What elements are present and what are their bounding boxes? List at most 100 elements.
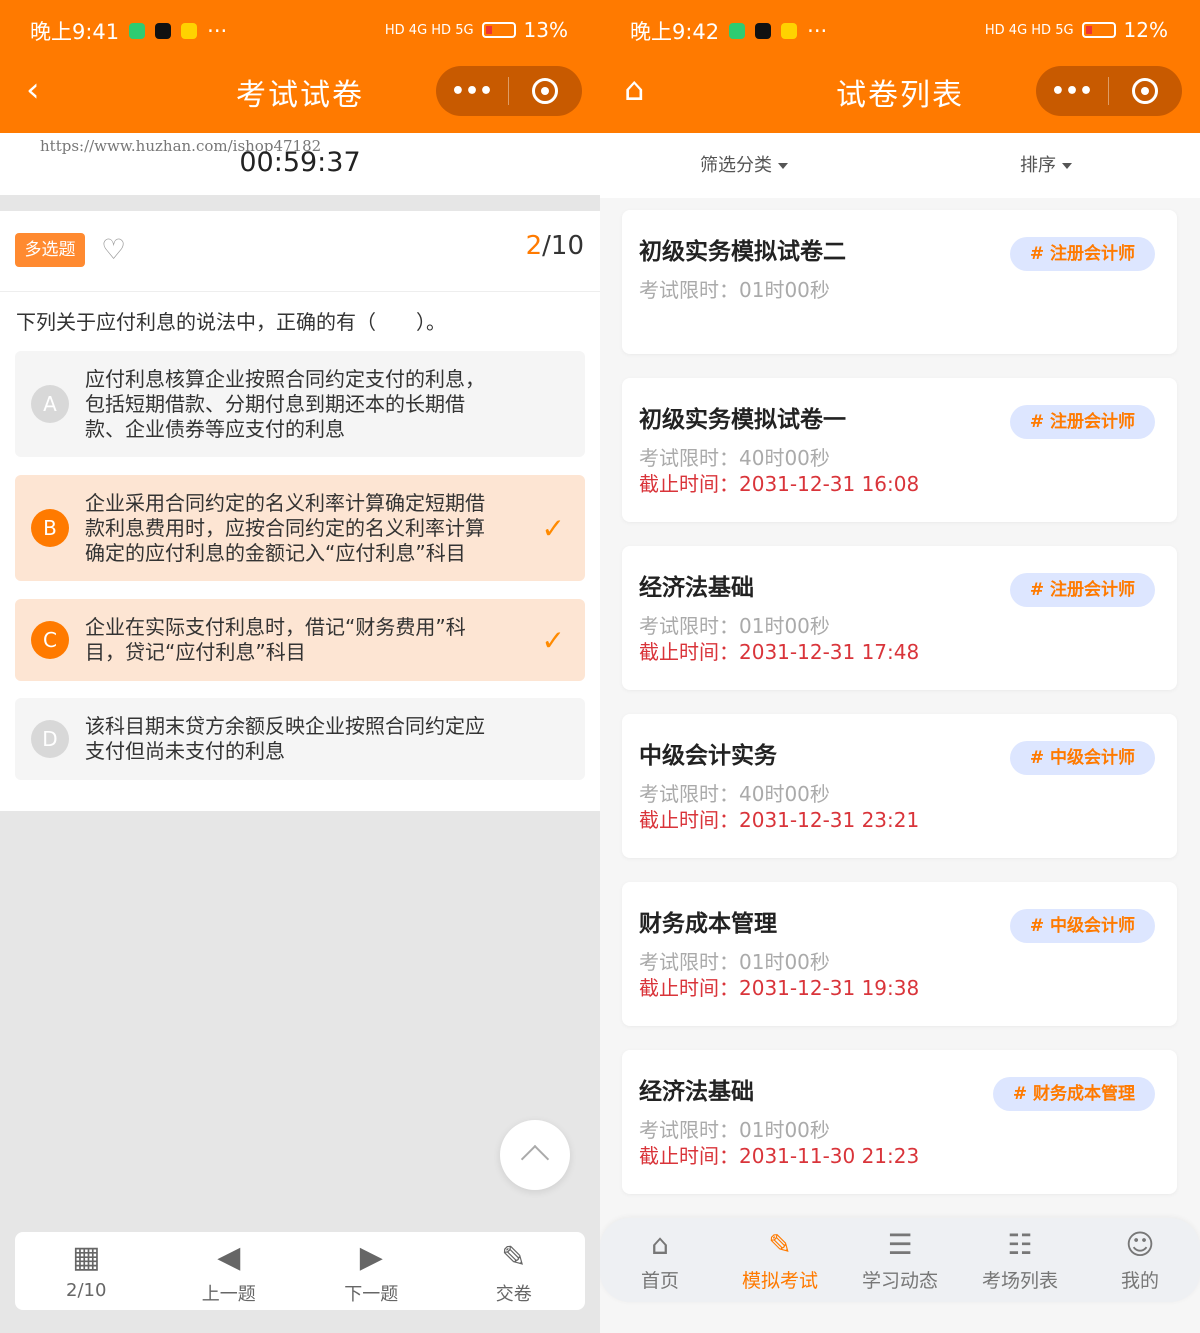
divider <box>0 291 600 292</box>
tab-mock-exam[interactable]: ✎ 模拟考试 <box>720 1218 840 1302</box>
exam-tag[interactable]: # 注册会计师 <box>1009 573 1155 607</box>
exam-tag[interactable]: # 财务成本管理 <box>992 1077 1155 1111</box>
exam-deadline: 截止时间：2031-12-31 19:38 <box>639 976 920 1000</box>
progress-total: /10 <box>542 231 584 261</box>
exam-tag[interactable]: # 注册会计师 <box>1009 405 1155 439</box>
signal-text: HD 4G HD 5G <box>984 22 1074 38</box>
exam-deadline: 截止时间：2031-12-31 17:48 <box>639 640 920 664</box>
exam-time-limit: 考试限时：40时00秒 <box>639 446 830 470</box>
app-icon <box>729 23 746 39</box>
option-d[interactable]: D 该科目期末贷方余额反映企业按照合同约定应 支付但尚未支付的利息 <box>15 698 585 780</box>
exam-title: 中级会计实务 <box>639 743 777 769</box>
more-dots-icon[interactable]: ••• <box>436 79 508 104</box>
tab-exam-rooms[interactable]: ☷ 考场列表 <box>960 1218 1080 1302</box>
caret-down-icon <box>778 163 788 169</box>
more-dots-icon[interactable]: ••• <box>1036 79 1108 104</box>
status-bar-left: 晚上9:41 ··· <box>30 16 227 46</box>
scroll-to-top-button[interactable] <box>500 1120 570 1190</box>
option-b[interactable]: B 企业采用合同约定的名义利率计算确定短期借 款利息费用时，应按合同约定的名义利… <box>15 475 585 581</box>
mini-program-capsule: ••• <box>436 66 582 116</box>
exam-deadline: 截止时间：2031-12-31 23:21 <box>639 808 920 832</box>
battery-icon <box>481 22 516 38</box>
check-icon: ✓ <box>541 511 565 545</box>
submit-paper-icon: ✎ <box>501 1240 527 1275</box>
record-icon[interactable] <box>509 78 581 104</box>
prev-question-button[interactable]: ◀ 上一题 <box>158 1232 301 1310</box>
tab-label: 我的 <box>1120 1270 1159 1292</box>
exam-title: 财务成本管理 <box>639 911 777 937</box>
exam-title: 经济法基础 <box>639 575 754 601</box>
exam-title: 初级实务模拟试卷二 <box>639 239 846 265</box>
check-icon: ✓ <box>541 623 565 657</box>
question-card: 多选题 ♡ 2/10 下列关于应付利息的说法中，正确的有（ ）。 A 应付利息核… <box>0 211 600 811</box>
submit-button[interactable]: ✎ 交卷 <box>443 1232 586 1310</box>
favorite-heart-icon[interactable]: ♡ <box>101 233 126 266</box>
exam-card[interactable]: 财务成本管理 # 中级会计师 考试限时：01时00秒 截止时间：2031-12-… <box>622 882 1177 1026</box>
exam-card[interactable]: 初级实务模拟试卷二 # 注册会计师 考试限时：01时00秒 <box>622 210 1177 354</box>
next-label: 下一题 <box>344 1284 399 1305</box>
option-text: 企业采用合同约定的名义利率计算确定短期借 款利息费用时，应按合同约定的名义利率计… <box>85 491 525 566</box>
option-letter: A <box>31 385 69 423</box>
tab-label: 首页 <box>640 1270 679 1292</box>
next-circle-icon: ▶ <box>359 1240 383 1275</box>
option-a[interactable]: A 应付利息核算企业按照合同约定支付的利息， 包括短期借款、分期付息到期还本的长… <box>15 351 585 457</box>
signal-text: HD 4G HD 5G <box>384 22 474 38</box>
question-text: 下列关于应付利息的说法中，正确的有（ ）。 <box>16 310 446 334</box>
more-icon: ··· <box>207 19 228 43</box>
exam-deadline: 截止时间：2031-12-31 16:08 <box>639 472 920 496</box>
option-line: 支付但尚未支付的利息 <box>85 739 285 763</box>
exam-time-limit: 考试限时：40时00秒 <box>639 782 830 806</box>
option-line: 包括短期借款、分期付息到期还本的长期借 <box>85 391 465 416</box>
exam-tag[interactable]: # 中级会计师 <box>1009 741 1155 775</box>
timer-bar: https://www.huzhan.com/ishop47182 00:59:… <box>0 133 600 195</box>
option-text: 应付利息核算企业按照合同约定支付的利息， 包括短期借款、分期付息到期还本的长期借… <box>85 367 525 442</box>
option-line: 企业在实际支付利息时，借记“财务费用”科 <box>85 615 466 639</box>
option-letter: C <box>31 621 69 659</box>
app-icon <box>181 23 198 39</box>
home-icon: ⌂ <box>651 1228 669 1261</box>
question-progress: 2/10 <box>526 231 584 261</box>
option-c[interactable]: C 企业在实际支付利息时，借记“财务费用”科 目，贷记“应付利息”科目 ✓ <box>15 599 585 681</box>
exam-card[interactable]: 中级会计实务 # 中级会计师 考试限时：40时00秒 截止时间：2031-12-… <box>622 714 1177 858</box>
next-question-button[interactable]: ▶ 下一题 <box>300 1232 443 1310</box>
tab-label: 学习动态 <box>861 1270 938 1292</box>
status-right: HD 4G HD 5G 13% <box>385 18 568 42</box>
exam-deadline: 截止时间：2031-11-30 21:23 <box>639 1144 920 1168</box>
tab-study-news[interactable]: ☰ 学习动态 <box>840 1218 960 1302</box>
app-icon <box>129 23 146 39</box>
answer-card-button[interactable]: ▦ 2/10 <box>15 1232 158 1310</box>
exam-card[interactable]: 初级实务模拟试卷一 # 注册会计师 考试限时：40时00秒 截止时间：2031-… <box>622 378 1177 522</box>
exam-paper-screen: 晚上9:41 ··· HD 4G HD 5G 13% ‹ 考试试卷 ••• ht… <box>0 0 600 1333</box>
option-line: 目，贷记“应付利息”科目 <box>85 640 306 664</box>
category-filter-label: 筛选分类 <box>700 155 772 176</box>
user-icon: ☺ <box>1125 1228 1155 1261</box>
exam-time-limit: 考试限时：01时00秒 <box>639 278 830 302</box>
bottom-tab-bar: ⌂ 首页 ✎ 模拟考试 ☰ 学习动态 ☷ 考场列表 ☺ 我的 <box>600 1218 1200 1302</box>
category-filter[interactable]: 筛选分类 <box>700 151 788 177</box>
exam-card[interactable]: 经济法基础 # 注册会计师 考试限时：01时00秒 截止时间：2031-12-3… <box>622 546 1177 690</box>
app-icon <box>781 23 798 39</box>
option-letter: D <box>31 720 69 758</box>
option-line: 款利息费用时，应按合同约定的名义利率计算 <box>85 515 485 540</box>
exam-time-limit: 考试限时：01时00秒 <box>639 1118 830 1142</box>
notes-icon: ☰ <box>887 1228 913 1261</box>
exam-tag[interactable]: # 注册会计师 <box>1009 237 1155 271</box>
status-right: HD 4G HD 5G 12% <box>985 18 1168 42</box>
tab-mine[interactable]: ☺ 我的 <box>1080 1218 1200 1302</box>
sort-filter[interactable]: 排序 <box>1020 151 1072 177</box>
battery-level: 13% <box>523 18 568 42</box>
record-icon[interactable] <box>1109 78 1181 104</box>
app-icon <box>155 23 172 39</box>
tab-label: 考场列表 <box>981 1270 1058 1292</box>
tab-home[interactable]: ⌂ 首页 <box>600 1218 720 1302</box>
exam-card[interactable]: 经济法基础 # 财务成本管理 考试限时：01时00秒 截止时间：2031-11-… <box>622 1050 1177 1194</box>
status-time: 晚上9:41 <box>30 20 120 44</box>
more-icon: ··· <box>807 19 828 43</box>
option-text: 该科目期末贷方余额反映企业按照合同约定应 支付但尚未支付的利息 <box>85 714 525 764</box>
option-line: 确定的应付利息的金额记入“应付利息”科目 <box>85 540 466 565</box>
option-line: 款、企业债券等应支付的利息 <box>85 416 345 441</box>
caret-down-icon <box>1062 163 1072 169</box>
progress-current: 2 <box>525 231 543 261</box>
exam-tag[interactable]: # 中级会计师 <box>1009 909 1155 943</box>
option-text: 企业在实际支付利息时，借记“财务费用”科 目，贷记“应付利息”科目 <box>85 615 525 665</box>
